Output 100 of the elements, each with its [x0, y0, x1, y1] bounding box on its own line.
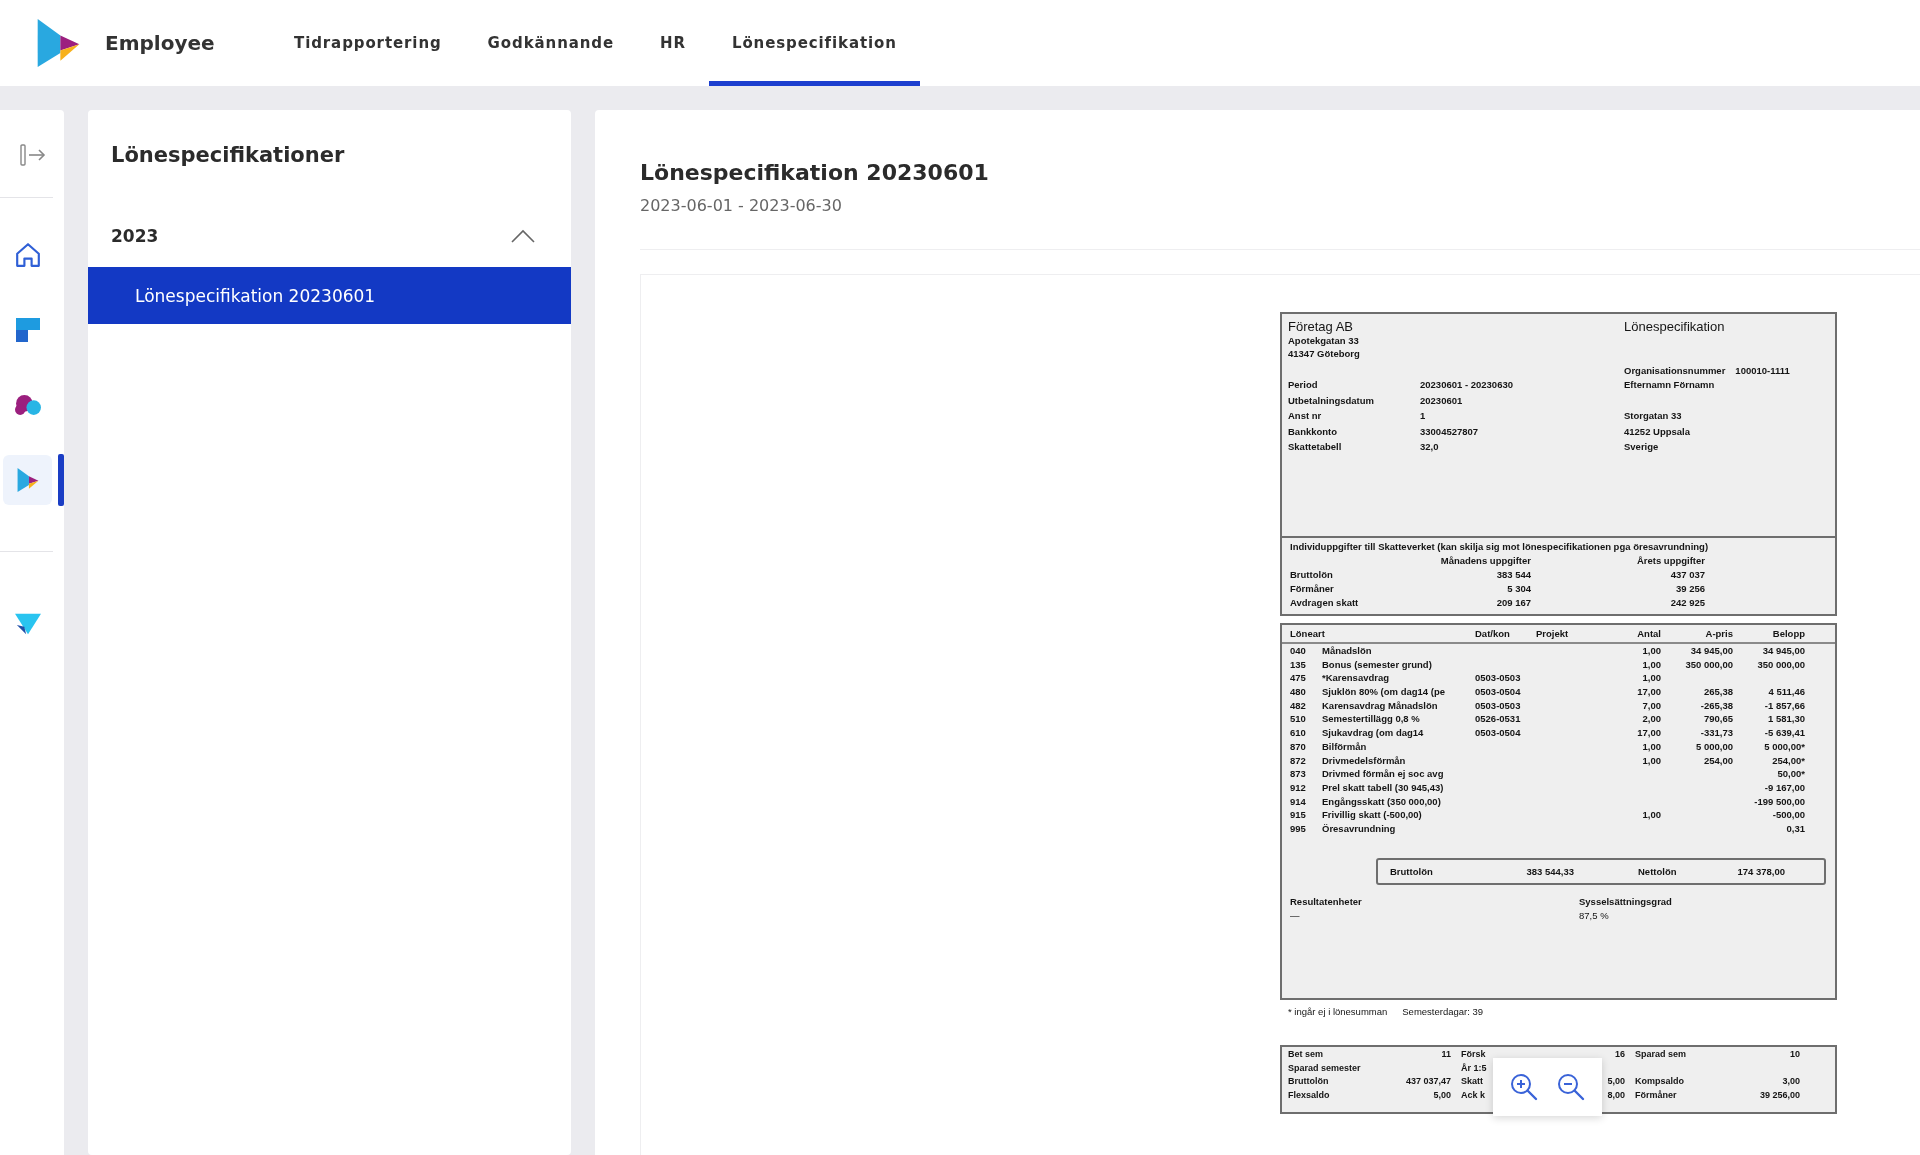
field-value: 20230601	[1420, 393, 1463, 408]
footnote: * ingår ej i lönesumman	[1288, 1006, 1388, 1018]
summary-value: 5,00	[1607, 1075, 1625, 1088]
summary-label: Skatt	[1461, 1075, 1483, 1088]
wage-code: 040	[1290, 644, 1306, 658]
nav-tab[interactable]: Godkännande	[464, 0, 638, 86]
app-switcher-button[interactable]	[3, 455, 52, 505]
table-cell: 350 000,00	[1685, 657, 1733, 672]
table-cell: 790,65	[1703, 712, 1733, 727]
row-label: Förmåner	[1290, 582, 1334, 596]
payslip-list-item[interactable]: Lönespecifikation 20230601	[88, 267, 571, 324]
zoom-out-icon[interactable]	[1556, 1073, 1585, 1101]
table-cell: Engångsskatt (350 000,00)	[1322, 794, 1441, 809]
wage-code: 480	[1290, 685, 1306, 699]
table-cell: 254,00*	[1772, 753, 1805, 768]
table-cell: 0,31	[1786, 821, 1805, 836]
table-cell: 17,00	[1637, 726, 1661, 740]
summary-label: Sparad semester	[1288, 1061, 1361, 1075]
field-label: Anst nr	[1288, 409, 1322, 423]
field-value: 1	[1420, 409, 1426, 423]
summary-value: 39 256,00	[1759, 1088, 1800, 1102]
table-cell: 254,00	[1703, 753, 1733, 768]
table-cell: 1,00	[1642, 753, 1661, 768]
table-cell: 242 925	[1670, 596, 1705, 610]
column-header: Belopp	[1772, 627, 1805, 641]
company-address: Apotekgatan 33	[1288, 334, 1359, 347]
table-cell: -5 639,41	[1764, 726, 1805, 740]
row-label: Avdragen skatt	[1290, 596, 1359, 610]
wage-code: 912	[1290, 780, 1306, 795]
nav-tab[interactable]: Tidrapportering	[271, 0, 465, 86]
column-header: Antal	[1637, 627, 1661, 641]
field-value: 32,0	[1420, 440, 1439, 454]
table-cell: 50,00*	[1777, 767, 1805, 781]
table-cell: 437 037	[1670, 568, 1705, 582]
table-cell: -199 500,00	[1754, 794, 1805, 809]
total-label: Bruttolön	[1390, 865, 1434, 877]
summary-value: 10	[1790, 1048, 1800, 1061]
table-cell: Sjuklön 80% (om dag14 (pe	[1322, 685, 1445, 699]
table-cell: -500,00	[1772, 808, 1805, 822]
table-cell: 1,00	[1642, 644, 1661, 658]
section-title: Individuppgifter till Skatteverket (kan skilja sig mot lönespecifikationen pga öresavrundning)	[1290, 540, 1709, 554]
result-label: Sysselsättningsgrad	[1579, 894, 1672, 909]
field-label: Period	[1288, 378, 1318, 392]
flag-icon[interactable]	[14, 318, 41, 342]
cloud-icon[interactable]	[14, 393, 41, 417]
table-cell: 5 304	[1507, 582, 1531, 596]
recipient-address: Sverige	[1624, 440, 1659, 454]
home-icon[interactable]	[14, 243, 41, 267]
wage-code: 915	[1290, 808, 1306, 822]
summary-value: 437 037,47	[1405, 1075, 1451, 1088]
column-header: Årets uppgifter	[1636, 554, 1705, 568]
table-cell: Drivmed förmån ej soc avg	[1322, 767, 1444, 781]
document-title: Lönespecifikation	[1624, 320, 1725, 334]
nav-tab[interactable]: Lönespecifikation	[708, 0, 920, 86]
table-cell: Bilförmån	[1322, 739, 1367, 754]
result-value: 87,5 %	[1579, 908, 1609, 923]
field-label: Skattetabell	[1288, 440, 1342, 454]
wage-code: 610	[1290, 726, 1306, 740]
zoom-in-icon[interactable]	[1510, 1073, 1539, 1101]
table-cell: 1,00	[1642, 808, 1661, 822]
table-cell: Sjukavdrag (om dag14	[1322, 726, 1424, 740]
summary-label: Förmåner	[1635, 1088, 1677, 1102]
column-header: Löneart	[1290, 627, 1325, 641]
column-header: Projekt	[1536, 627, 1569, 641]
triangle-icon[interactable]	[14, 612, 41, 636]
table-cell: 265,38	[1703, 685, 1733, 699]
nav-tab[interactable]: HR	[637, 0, 709, 86]
table-cell: Bonus (semester grund)	[1322, 657, 1432, 672]
wage-code: 914	[1290, 794, 1306, 809]
recipient-address: Storgatan 33	[1624, 409, 1682, 423]
table-cell: *Karensavdrag	[1322, 671, 1390, 686]
summary-value: 8,00	[1607, 1088, 1625, 1102]
table-cell: 350 000,00	[1757, 657, 1805, 672]
table-cell: -1 857,66	[1764, 698, 1805, 713]
summary-value: 16	[1615, 1048, 1625, 1061]
collapse-sidebar-icon[interactable]	[20, 143, 46, 167]
summary-label: Sparad sem	[1635, 1048, 1687, 1061]
summary-label: Bet sem	[1288, 1048, 1323, 1061]
summary-value: 11	[1441, 1048, 1451, 1061]
table-cell: Prel skatt tabell (30 945,43)	[1322, 780, 1444, 795]
total-value: 174 378,00	[1736, 865, 1785, 877]
chevron-up-icon	[511, 229, 535, 243]
row-label: Bruttolön	[1290, 568, 1333, 582]
org-number-value: 100010-1111	[1735, 365, 1790, 377]
table-cell: 0526-0531	[1475, 712, 1521, 727]
recipient-address: 41252 Uppsala	[1624, 424, 1690, 439]
table-cell: 0503-0504	[1475, 685, 1521, 699]
summary-label: Flexsaldo	[1288, 1088, 1330, 1102]
table-cell: 1,00	[1642, 657, 1661, 672]
summary-label: Försk	[1461, 1048, 1486, 1061]
table-cell: Semestertillägg 0,8 %	[1322, 712, 1420, 727]
summary-label: År 1:5	[1461, 1061, 1487, 1075]
table-cell: 1,00	[1642, 739, 1661, 754]
year-group-toggle[interactable]: 2023	[88, 211, 571, 261]
company-address: 41347 Göteborg	[1288, 347, 1360, 360]
table-cell: 34 945,00	[1690, 644, 1733, 658]
table-cell: -331,73	[1700, 726, 1733, 740]
table-cell: 4 511,46	[1768, 685, 1805, 699]
table-cell: 2,00	[1642, 712, 1661, 727]
company-name: Företag AB	[1288, 320, 1354, 334]
